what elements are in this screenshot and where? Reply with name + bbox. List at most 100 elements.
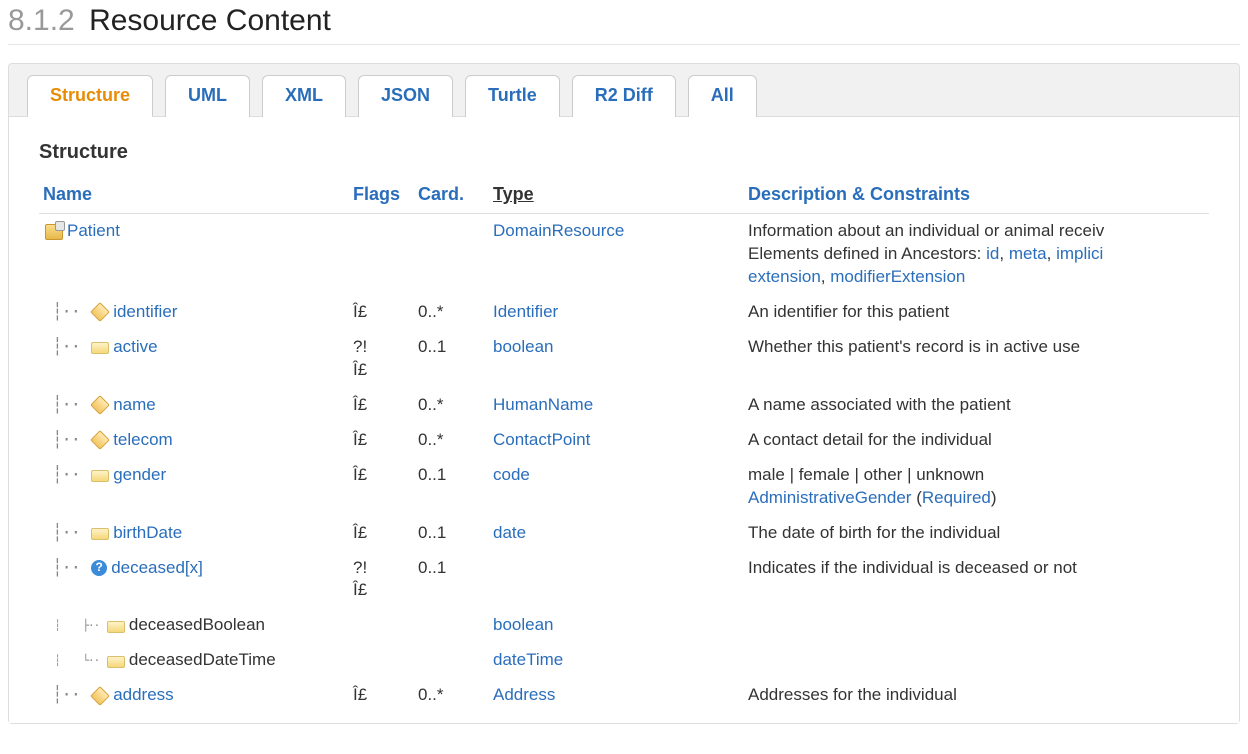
tab-strip: Structure UML XML JSON Turtle R2 Diff All (9, 64, 1239, 117)
table-row: ┆ ├·· deceasedBooleanboolean (39, 608, 1209, 643)
type-link[interactable]: HumanName (493, 395, 593, 414)
description-cell: A contact detail for the individual (744, 423, 1209, 458)
cardinality-cell: 0..1 (414, 458, 489, 516)
primitive-type-icon (107, 621, 125, 633)
description-cell: Indicates if the individual is deceased … (744, 551, 1209, 609)
table-row: ┆·· birthDateÎ£0..1dateThe date of birth… (39, 516, 1209, 551)
table-row: ┆·· nameÎ£0..*HumanNameA name associated… (39, 388, 1209, 423)
col-name[interactable]: Name (39, 178, 349, 214)
description-cell: male | female | other | unknownAdministr… (744, 458, 1209, 516)
tab-r2-diff[interactable]: R2 Diff (572, 75, 676, 117)
cardinality-cell: 0..* (414, 295, 489, 330)
description-cell: Information about an individual or anima… (744, 214, 1209, 295)
cardinality-cell: 0..* (414, 423, 489, 458)
structure-subtitle: Structure (39, 141, 1209, 164)
cardinality-cell: 0..1 (414, 330, 489, 388)
type-link[interactable]: dateTime (493, 650, 563, 669)
table-row: ┆·· addressÎ£0..*AddressAddresses for th… (39, 678, 1209, 713)
col-desc[interactable]: Description & Constraints (744, 178, 1209, 214)
ancestor-link[interactable]: id (986, 244, 999, 263)
tab-xml[interactable]: XML (262, 75, 346, 117)
section-title-text: Resource Content (89, 4, 331, 37)
cardinality-cell: 0..* (414, 388, 489, 423)
tab-json[interactable]: JSON (358, 75, 453, 117)
description-cell: A name associated with the patient (744, 388, 1209, 423)
table-row: ┆·· genderÎ£0..1codemale | female | othe… (39, 458, 1209, 516)
binding-strength-link[interactable]: Required (922, 488, 991, 507)
flags-cell: Î£ (349, 388, 414, 423)
table-row: ┆·· identifierÎ£0..*IdentifierAn identif… (39, 295, 1209, 330)
cardinality-cell: 0..1 (414, 551, 489, 609)
element-name-link[interactable]: address (113, 685, 173, 704)
section-heading: 8.1.2 Resource Content (8, 4, 1240, 45)
element-name-link[interactable]: deceased[x] (111, 558, 203, 577)
table-row: ┆·· deceased[x]?!Î£0..1Indicates if the … (39, 551, 1209, 609)
col-flags[interactable]: Flags (349, 178, 414, 214)
description-cell: An identifier for this patient (744, 295, 1209, 330)
binding-link[interactable]: AdministrativeGender (748, 488, 911, 507)
type-link[interactable]: boolean (493, 615, 554, 634)
col-type[interactable]: Type (489, 178, 744, 214)
primitive-type-icon (91, 470, 109, 482)
tab-turtle[interactable]: Turtle (465, 75, 560, 117)
element-name-link[interactable]: birthDate (113, 523, 182, 542)
col-card[interactable]: Card. (414, 178, 489, 214)
ancestor-link[interactable]: meta (1009, 244, 1047, 263)
flags-cell: ?!Î£ (349, 551, 414, 609)
primitive-type-icon (91, 342, 109, 354)
element-name-link[interactable]: identifier (113, 302, 177, 321)
flags-cell: Î£ (349, 678, 414, 713)
flags-cell: Î£ (349, 295, 414, 330)
type-link[interactable]: date (493, 523, 526, 542)
flags-cell: Î£ (349, 516, 414, 551)
tab-panel-structure: Structure Name Flags Card. Type Descript… (9, 117, 1239, 723)
type-link[interactable]: Address (493, 685, 555, 704)
flags-cell: Î£ (349, 423, 414, 458)
primitive-type-icon (107, 656, 125, 668)
table-row: ┆·· active?!Î£0..1booleanWhether this pa… (39, 330, 1209, 388)
type-link[interactable]: DomainResource (493, 221, 624, 240)
element-name-link[interactable]: name (113, 395, 156, 414)
complex-type-icon (90, 686, 110, 706)
complex-type-icon (90, 395, 110, 415)
description-cell: The date of birth for the individual (744, 516, 1209, 551)
cardinality-cell (414, 643, 489, 678)
description-cell: Whether this patient's record is in acti… (744, 330, 1209, 388)
element-name-link[interactable]: Patient (67, 221, 120, 240)
type-link[interactable]: code (493, 465, 530, 484)
tab-uml[interactable]: UML (165, 75, 250, 117)
table-row: ┆·· telecomÎ£0..*ContactPointA contact d… (39, 423, 1209, 458)
ancestor-link[interactable]: modifierExtension (830, 267, 965, 286)
type-link[interactable]: ContactPoint (493, 430, 590, 449)
tab-all[interactable]: All (688, 75, 757, 117)
description-cell: Addresses for the individual (744, 678, 1209, 713)
resource-icon (45, 224, 63, 240)
primitive-type-icon (91, 528, 109, 540)
description-cell (744, 608, 1209, 643)
type-link[interactable]: Identifier (493, 302, 558, 321)
ancestor-link[interactable]: extension (748, 267, 821, 286)
cardinality-cell: 0..* (414, 678, 489, 713)
ancestor-link[interactable]: implici (1056, 244, 1103, 263)
flags-cell: Î£ (349, 458, 414, 516)
description-cell (744, 643, 1209, 678)
resource-panel: Structure UML XML JSON Turtle R2 Diff All Stru… (8, 63, 1240, 724)
element-name-link[interactable]: gender (113, 465, 166, 484)
table-row: Patient DomainResource Information about a… (39, 214, 1209, 295)
element-name: deceasedBoolean (129, 615, 265, 634)
cardinality-cell: 0..1 (414, 516, 489, 551)
complex-type-icon (90, 430, 110, 450)
section-number: 8.1.2 (8, 4, 75, 37)
cardinality-cell (414, 608, 489, 643)
complex-type-icon (90, 302, 110, 322)
element-name-link[interactable]: active (113, 337, 157, 356)
tab-structure[interactable]: Structure (27, 75, 153, 117)
element-name: deceasedDateTime (129, 650, 276, 669)
structure-table: Name Flags Card. Type Description & Cons… (39, 178, 1209, 713)
flags-cell: ?!Î£ (349, 330, 414, 388)
element-name-link[interactable]: telecom (113, 430, 173, 449)
table-row: ┆ └·· deceasedDateTimedateTime (39, 643, 1209, 678)
choice-type-icon (91, 560, 107, 576)
type-link[interactable]: boolean (493, 337, 554, 356)
flags-cell (349, 608, 414, 643)
